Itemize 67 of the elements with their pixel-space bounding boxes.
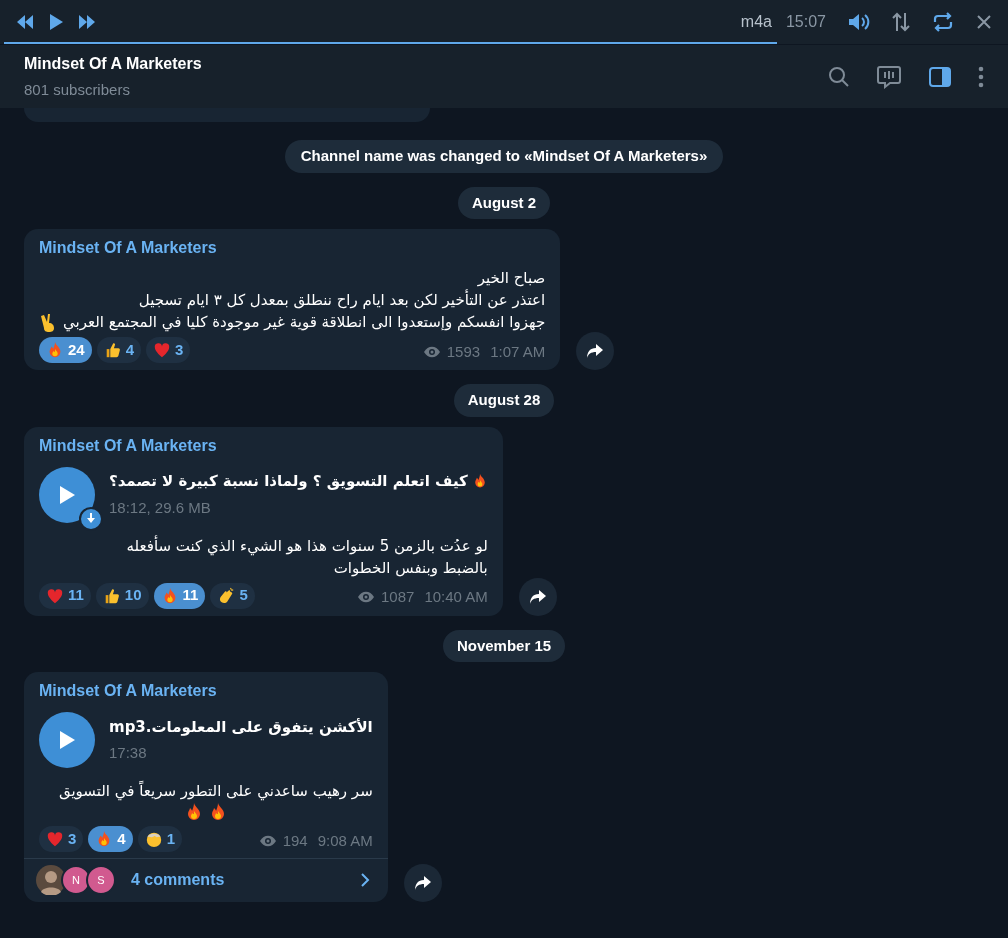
sidebar-toggle-icon[interactable] <box>928 65 952 88</box>
message-text: سر رهيب ساعدني على التطور سريعاً في التسويق <box>58 782 373 800</box>
close-icon[interactable] <box>976 14 992 30</box>
comments-link[interactable]: 4 comments <box>131 868 225 892</box>
date-label: November 15 <box>442 629 566 662</box>
forward-button[interactable] <box>403 864 442 902</box>
sort-arrows-icon[interactable] <box>892 12 910 32</box>
subscriber-count: 801 subscribers <box>24 79 131 100</box>
date-label: August 28 <box>453 384 555 417</box>
channel-name: Mindset Of A Marketers <box>39 681 218 701</box>
post-time: 10:40 AM <box>424 587 488 607</box>
search-icon[interactable] <box>828 65 850 88</box>
play-icon <box>57 483 77 506</box>
volume-icon[interactable] <box>848 13 870 31</box>
reaction-chip[interactable]: 4 <box>96 337 142 363</box>
live-chat-icon[interactable] <box>876 64 902 89</box>
play-button[interactable] <box>39 466 95 523</box>
rewind-icon[interactable] <box>16 15 34 29</box>
forward-button[interactable] <box>518 577 557 616</box>
eye-icon <box>357 591 376 604</box>
track-title: m4a <box>740 12 772 32</box>
post-time: 1:07 AM <box>490 341 546 362</box>
audio-title: كيف اتعلم التسويق ؟ ولماذا نسبة كبيرة لا تصمد؟ <box>109 471 468 492</box>
reaction-chip[interactable]: 4 <box>88 826 133 852</box>
view-count: 194 <box>282 830 308 851</box>
reaction-chip[interactable]: 3 <box>146 337 191 363</box>
date-label: August 2 <box>457 186 551 219</box>
reaction-chip[interactable]: 1 <box>137 826 183 852</box>
reaction-chip[interactable]: 24 <box>39 337 92 363</box>
download-badge[interactable] <box>79 506 103 531</box>
message-text: صباح الخير اعتذر عن التأخير لكن بعد ايام راح ننطلق بمعدل كل ٣ ايام تسجيل جهزوا انفسكم وإستعدوا الى انطلاقة قوية غير موجودة كليا في المجتمع العربي <box>63 269 546 331</box>
channel-name: Mindset Of A Marketers <box>39 435 218 456</box>
fast-forward-icon[interactable] <box>78 15 96 29</box>
forward-button[interactable] <box>576 332 615 370</box>
chevron-right-icon <box>359 872 370 888</box>
reaction-chip[interactable]: 11 <box>39 582 91 609</box>
play-icon <box>57 729 77 751</box>
heart-icon <box>46 586 64 605</box>
share-arrow-icon <box>586 343 605 359</box>
audio-title: الأكشن يتفوق على المعلومات.mp3 <box>109 716 373 738</box>
play-button[interactable] <box>39 712 95 768</box>
reaction-chip[interactable]: 5 <box>210 582 255 609</box>
post-time: 9:08 AM <box>317 830 373 851</box>
eye-icon <box>422 345 441 358</box>
heart-icon <box>153 341 172 359</box>
eye-icon <box>258 834 277 847</box>
view-count: 1593 <box>446 341 481 362</box>
repeat-icon[interactable] <box>932 12 954 32</box>
download-arrow-icon <box>86 513 96 524</box>
avatar <box>36 865 66 895</box>
avatar: S <box>86 865 116 895</box>
more-menu-icon[interactable] <box>978 65 984 88</box>
heart-icon <box>46 830 64 848</box>
view-count: 1087 <box>381 587 415 607</box>
share-arrow-icon <box>413 875 432 891</box>
play-icon[interactable] <box>48 13 64 31</box>
share-arrow-icon <box>528 588 547 605</box>
track-time: 15:07 <box>785 12 826 32</box>
audio-meta: 18:12, 29.6 MB <box>109 497 211 518</box>
reaction-chip[interactable]: 10 <box>95 582 149 609</box>
channel-title: Mindset Of A Marketers <box>24 53 202 74</box>
reaction-chip[interactable]: 3 <box>39 826 84 852</box>
channel-name: Mindset Of A Marketers <box>39 238 218 258</box>
reaction-chip[interactable]: 11 <box>153 582 206 609</box>
service-message: Channel name was changed to «Mindset Of A Marketers» <box>284 140 724 173</box>
message-text: لو عدُت بالزمن 5 سنوات هذا هو الشيء الذي كنت سأفعله بالضبط وبنفس الخطوات <box>126 536 488 577</box>
audio-meta: 17:38 <box>109 743 147 763</box>
